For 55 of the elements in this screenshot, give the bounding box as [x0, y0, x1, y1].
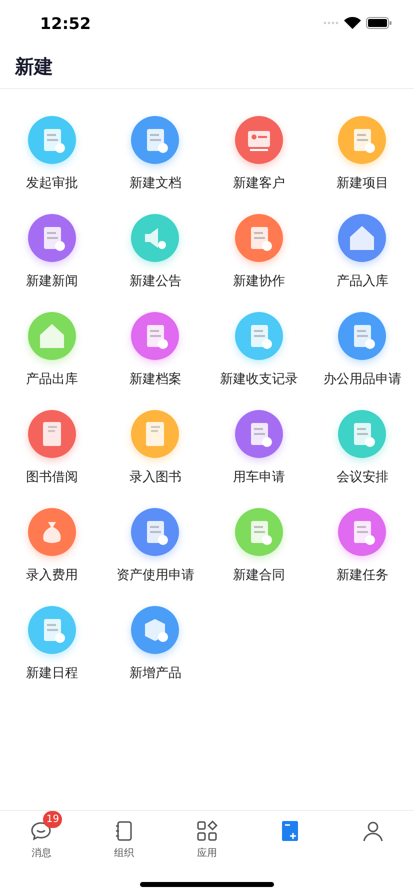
- tab-item[interactable]: 组织: [82, 811, 166, 872]
- item-label[interactable]: 新建合同: [232, 566, 285, 584]
- document-icon[interactable]: [234, 312, 283, 360]
- item-label[interactable]: 办公用品申请: [323, 370, 402, 388]
- document-icon[interactable]: [338, 312, 386, 360]
- book-icon[interactable]: [28, 410, 76, 458]
- apps-icon: [194, 819, 219, 843]
- item-label[interactable]: 新建任务: [336, 566, 388, 584]
- tab-item[interactable]: 应用: [166, 811, 248, 872]
- id-card-icon[interactable]: [234, 116, 283, 164]
- document-icon[interactable]: [28, 606, 76, 654]
- item-label[interactable]: 新建客户: [232, 174, 285, 192]
- house-icon[interactable]: [338, 214, 386, 262]
- item-label[interactable]: 新建协作: [232, 272, 285, 290]
- document-icon[interactable]: [131, 312, 180, 360]
- speaker-icon[interactable]: [131, 214, 180, 262]
- document-icon[interactable]: [338, 116, 386, 164]
- signal-icon: [323, 21, 339, 25]
- house-icon[interactable]: [28, 312, 76, 360]
- item-label[interactable]: 新建新闻: [26, 272, 78, 290]
- item-label[interactable]: 新建项目: [336, 174, 388, 192]
- item-label[interactable]: 新建日程: [26, 664, 78, 682]
- item-label[interactable]: 新建档案: [129, 370, 182, 388]
- document-icon[interactable]: [131, 508, 180, 556]
- document-icon[interactable]: [131, 116, 180, 164]
- person-icon: [360, 819, 385, 843]
- item-label[interactable]: 资产使用申请: [116, 566, 194, 584]
- item-label[interactable]: 新增产品: [129, 664, 182, 682]
- book-icon[interactable]: [131, 410, 180, 458]
- item-label[interactable]: 图书借阅: [26, 468, 78, 486]
- battery-icon: [366, 17, 392, 29]
- item-label[interactable]: 产品入库: [336, 272, 388, 290]
- item-label[interactable]: 录入图书: [129, 468, 182, 486]
- item-label[interactable]: 新建公告: [129, 272, 182, 290]
- item-label[interactable]: 发起审批: [26, 174, 78, 192]
- item-label[interactable]: 产品出库: [26, 370, 78, 388]
- page-title: 新建: [15, 55, 53, 80]
- item-label[interactable]: 新建文档: [129, 174, 182, 192]
- document-icon[interactable]: [28, 214, 76, 262]
- document-icon[interactable]: [234, 410, 283, 458]
- status-time: 12:52: [40, 14, 91, 32]
- wifi-icon: [344, 17, 361, 29]
- item-label[interactable]: 新建收支记录: [220, 370, 298, 388]
- document-icon[interactable]: [28, 116, 76, 164]
- item-label[interactable]: 会议安排: [336, 468, 388, 486]
- box-icon[interactable]: [131, 606, 180, 654]
- document-icon[interactable]: [234, 508, 283, 556]
- document-icon[interactable]: [338, 508, 386, 556]
- document-icon[interactable]: [338, 410, 386, 458]
- document-icon[interactable]: [234, 214, 283, 262]
- count-badge: 19: [43, 811, 62, 828]
- item-label[interactable]: 录入费用: [26, 566, 78, 584]
- tab-item[interactable]: 19 消息: [0, 811, 83, 872]
- money-bag-icon[interactable]: [28, 508, 76, 556]
- item-label[interactable]: 用车申请: [232, 468, 285, 486]
